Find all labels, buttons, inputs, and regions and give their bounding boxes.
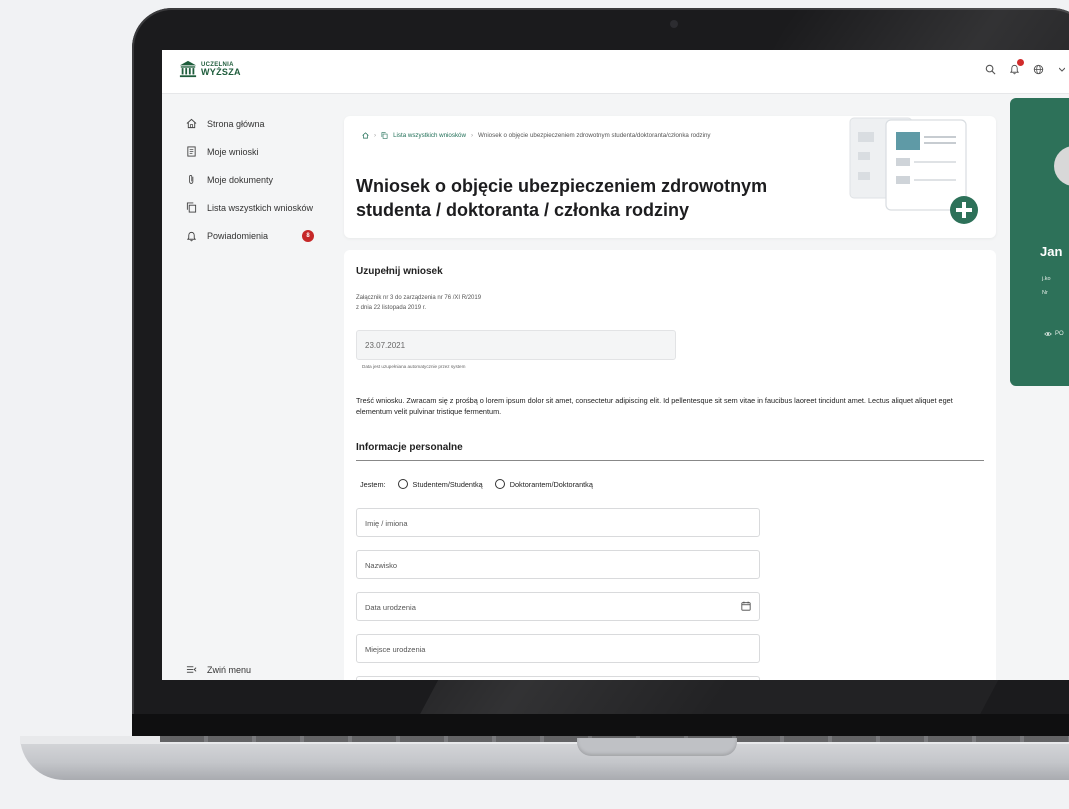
copy-icon	[381, 132, 388, 139]
sidebar-item-notifications[interactable]: Powiadomienia 8	[186, 230, 315, 242]
form-note-line2: z dnia 22 listopada 2019 r.	[356, 304, 427, 311]
form-note-line1: Załącznik nr 3 do zarządzenia nr 76 /XI …	[356, 295, 482, 301]
sidebar-item-label: Moje wnioski	[207, 146, 259, 157]
sidebar-item-label: Strona główna	[207, 118, 265, 129]
breadcrumb-link-all-requests[interactable]: Lista wszystkich wniosków	[393, 132, 466, 139]
user-email: j.ko	[1042, 276, 1051, 282]
collapse-menu-button[interactable]: Zwiń menu	[186, 664, 251, 675]
user-number: Nr	[1042, 290, 1048, 296]
copy-icon	[186, 202, 197, 213]
date-help-text: Data jest uzupełniana automatycznie prze…	[362, 364, 466, 369]
radio-option-phd-student[interactable]: Doktorantem/Doktorantką	[494, 479, 593, 489]
radio-group-label: Jestem:	[360, 479, 386, 489]
top-bar: UCZELNIA WYŻSZA	[162, 50, 1069, 94]
status-radio-group: Jestem: Studentem/Studentką Doktorantem/…	[360, 479, 593, 489]
add-document-illustration	[849, 117, 978, 224]
sidebar-item-label: Moje dokumenty	[207, 174, 274, 185]
logo[interactable]: UCZELNIA WYŻSZA	[179, 60, 241, 78]
laptop-hinge	[132, 714, 1069, 738]
profile-preview-link[interactable]: PO	[1044, 330, 1064, 338]
sidebar-item-label: Lista wszystkich wniosków	[207, 202, 314, 213]
notification-dot	[1017, 59, 1024, 66]
logo-line2: WYŻSZA	[201, 66, 241, 77]
breadcrumb-current: Wniosek o objęcie ubezpieczeniem zdrowot…	[478, 132, 711, 139]
breadcrumb-separator: ›	[374, 132, 377, 139]
chevron-down-icon[interactable]	[1055, 62, 1069, 76]
radio-option-label: Studentem/Studentką	[412, 479, 483, 489]
request-body-text: Treść wniosku. Zwracam się z prośbą o lo…	[356, 396, 953, 417]
sidebar-item-my-documents[interactable]: Moje dokumenty	[186, 174, 273, 185]
globe-icon[interactable]	[1031, 62, 1045, 76]
birth-place-input[interactable]: Miejsce urodzenia	[356, 634, 760, 663]
notifications-count-badge: 8	[302, 230, 315, 242]
laptop-opening-notch	[577, 738, 737, 756]
home-icon	[186, 118, 197, 129]
bell-icon	[186, 231, 197, 241]
notifications-bell-icon[interactable]	[1007, 59, 1024, 76]
sidebar-item-home[interactable]: Strona główna	[186, 118, 265, 129]
sidebar-item-label: Powiadomienia	[207, 231, 269, 241]
logo-text: UCZELNIA WYŻSZA	[201, 62, 241, 77]
request-form-card: Uzupełnij wniosek Załącznik nr 3 do zarz…	[344, 250, 996, 680]
breadcrumb: › Lista wszystkich wniosków › Wniosek o …	[362, 132, 711, 139]
form-heading: Uzupełnij wniosek	[356, 266, 443, 277]
user-profile-card: Jan j.ko Nr PO	[1010, 98, 1069, 386]
form-attachment-note: Załącznik nr 3 do zarządzenia nr 76 /XI …	[356, 294, 481, 314]
user-name: Jan	[1040, 244, 1063, 259]
home-icon[interactable]	[362, 132, 369, 139]
next-input-partial[interactable]	[356, 676, 760, 680]
avatar	[1054, 146, 1069, 186]
radio-circle[interactable]	[494, 479, 505, 489]
page-title: Wniosek o objęcie ubezpieczeniem zdrowot…	[356, 176, 768, 221]
section-divider	[356, 460, 984, 461]
last-name-input[interactable]: Nazwisko	[356, 550, 760, 579]
page-header-card: › Lista wszystkich wniosków › Wniosek o …	[344, 116, 996, 238]
radio-option-student[interactable]: Studentem/Studentką	[397, 479, 483, 489]
calendar-icon[interactable]	[741, 601, 751, 611]
collapse-menu-icon	[186, 666, 197, 673]
eye-icon	[1044, 332, 1052, 336]
request-date-field: 23.07.2021	[356, 330, 676, 360]
collapse-menu-label: Zwiń menu	[207, 664, 252, 675]
document-icon	[187, 146, 196, 157]
section-heading-personal-info: Informacje personalne	[356, 442, 463, 453]
profile-link-label: PO	[1055, 331, 1064, 337]
camera-icon	[670, 20, 678, 28]
birth-date-placeholder: Data urodzenia	[365, 603, 416, 612]
sidebar-item-all-requests[interactable]: Lista wszystkich wniosków	[186, 202, 313, 213]
birth-date-input[interactable]: Data urodzenia	[356, 592, 760, 621]
search-icon[interactable]	[983, 62, 997, 76]
radio-circle[interactable]	[397, 479, 408, 489]
breadcrumb-separator: ›	[470, 132, 474, 139]
first-name-input[interactable]: Imię / imiona	[356, 508, 760, 537]
app-screen: UCZELNIA WYŻSZA Strona główna Moje wnios…	[162, 50, 1069, 680]
university-building-icon	[179, 60, 197, 78]
paperclip-icon	[189, 175, 194, 184]
top-actions	[983, 59, 1069, 76]
sidebar: Strona główna Moje wnioski Moje dokument…	[162, 94, 332, 680]
radio-option-label: Doktorantem/Doktorantką	[509, 479, 593, 489]
sidebar-item-my-requests[interactable]: Moje wnioski	[186, 146, 259, 157]
